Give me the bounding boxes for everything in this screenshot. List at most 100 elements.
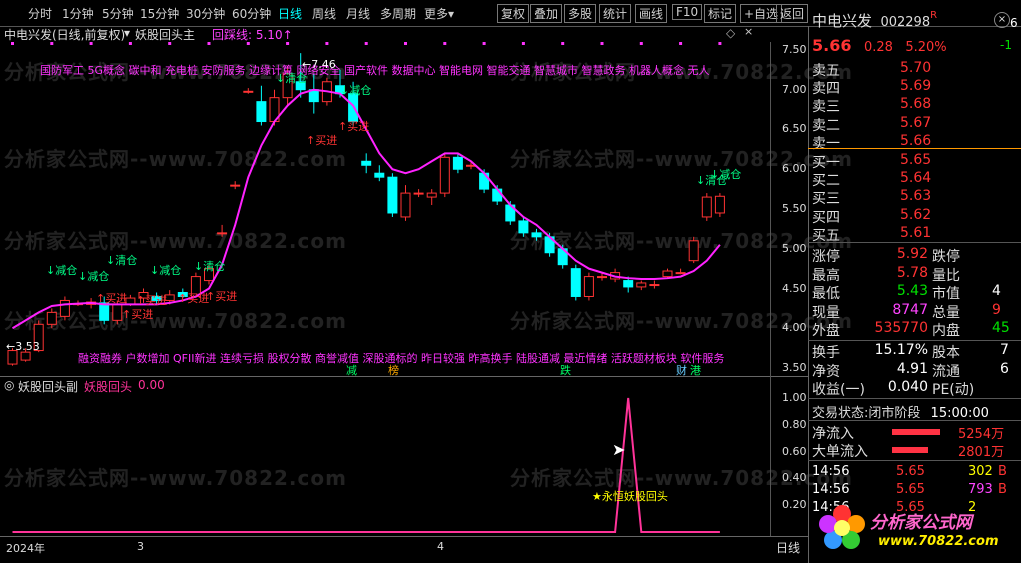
tab-60min[interactable]: 60分钟 — [232, 5, 271, 22]
tab-weekly[interactable]: 周线 — [312, 5, 336, 22]
candle-body[interactable] — [452, 156, 463, 170]
candle-body[interactable] — [413, 192, 424, 195]
candle-body[interactable] — [243, 90, 254, 93]
ask-level[interactable]: 卖一 5.66 — [812, 133, 931, 153]
signal-reduce: ↓减仓 — [78, 268, 109, 284]
candle-body[interactable] — [361, 160, 372, 166]
y-tick-label: 4.50 — [782, 281, 807, 295]
candle-body[interactable] — [701, 196, 712, 218]
tab-30min[interactable]: 30分钟 — [186, 5, 225, 22]
mark-button[interactable]: 标记 — [704, 4, 737, 23]
ask-level[interactable]: 卖三 5.68 — [812, 96, 931, 116]
candle-body[interactable] — [492, 188, 503, 202]
bid-level[interactable]: 买四 5.62 — [812, 207, 931, 227]
candle-body[interactable] — [649, 284, 660, 287]
up-arrow-icon: ↑ — [96, 292, 106, 305]
candle-body[interactable] — [583, 276, 594, 297]
candle-body[interactable] — [623, 280, 634, 288]
bid-level[interactable]: 买三 5.63 — [812, 188, 931, 208]
close-icon[interactable]: × — [744, 25, 753, 38]
signal-buy: ↑买进 — [136, 292, 167, 308]
ask-level[interactable]: 卖二 5.67 — [812, 115, 931, 135]
candle-body[interactable] — [426, 192, 437, 198]
stat-value: 9 — [992, 301, 1001, 318]
back-button[interactable]: 返回 — [776, 4, 809, 23]
y-tick-label: 4.00 — [782, 321, 807, 335]
candle-body[interactable] — [597, 276, 607, 279]
panel-divider — [808, 26, 809, 563]
adjust-button[interactable]: 复权 — [497, 4, 530, 23]
flow-row: 净流入 5254万 — [812, 423, 1004, 443]
signal-buy: ↑买进 — [338, 118, 369, 134]
candle-body[interactable] — [400, 192, 411, 218]
bid-level[interactable]: 买二 5.64 — [812, 170, 931, 190]
signal-clear-label: 清仓 — [285, 72, 308, 85]
candlestick-chart[interactable] — [0, 42, 770, 376]
candle-body[interactable] — [662, 270, 673, 278]
signal-buy: ↑买进 — [96, 290, 127, 306]
f10-button[interactable]: F10 — [672, 4, 703, 20]
level-price: 5.66 — [900, 132, 932, 149]
signal-dot — [207, 42, 211, 45]
extra-value: 6 — [1010, 16, 1018, 30]
stat-value: 7 — [1000, 342, 1009, 358]
candle-body[interactable] — [387, 176, 398, 214]
candle-body[interactable] — [256, 101, 267, 123]
candle-body[interactable] — [112, 303, 123, 321]
flow-bar — [892, 447, 928, 453]
candle-body[interactable] — [20, 351, 31, 361]
y-tick-label: 0.60 — [782, 444, 807, 458]
diamond-icon[interactable]: ◇ — [726, 26, 735, 40]
ask-level[interactable]: 卖四 5.69 — [812, 78, 931, 98]
signal-buy: ↑买进 — [178, 290, 209, 306]
statistics-button[interactable]: 统计 — [599, 4, 632, 23]
tab-5min[interactable]: 5分钟 — [102, 5, 134, 22]
candle-body[interactable] — [636, 282, 647, 288]
multi-stock-button[interactable]: 多股 — [564, 4, 597, 23]
signal-dot — [404, 42, 407, 45]
stat-label: 外盘 — [812, 323, 840, 340]
candle-body[interactable] — [675, 272, 686, 275]
candle-body[interactable] — [217, 232, 228, 235]
overlay-button[interactable]: 叠加 — [530, 4, 563, 23]
candle-body[interactable] — [570, 268, 581, 297]
candle-body[interactable] — [531, 232, 542, 238]
signal-dot — [50, 42, 54, 45]
ask-level[interactable]: 卖五 5.70 — [812, 60, 931, 80]
draw-line-button[interactable]: 画线 — [635, 4, 668, 23]
candle-body[interactable] — [374, 172, 385, 178]
candle-body[interactable] — [59, 299, 70, 317]
tab-multi-period[interactable]: 多周期 — [380, 5, 416, 22]
candle-body[interactable] — [688, 240, 699, 262]
period-label[interactable]: 日线 — [776, 539, 800, 556]
down-arrow-icon: ↓ — [340, 84, 350, 97]
tab-monthly[interactable]: 月线 — [346, 5, 370, 22]
indicator-main-name[interactable]: 妖股回头主 — [135, 26, 195, 43]
tab-timeshare[interactable]: 分时 — [28, 5, 52, 22]
bid-level[interactable]: 买一 5.65 — [812, 152, 931, 172]
signal-clear: ↓清仓 — [276, 70, 307, 86]
tab-1min[interactable]: 1分钟 — [62, 5, 94, 22]
close-icon[interactable]: × — [994, 12, 1010, 28]
current-price: 5.66 — [812, 36, 852, 55]
signal-dot — [364, 42, 368, 45]
candle-body[interactable] — [46, 311, 57, 325]
y-tick-label: 7.50 — [782, 42, 807, 56]
stat-label: 最低 — [812, 286, 840, 303]
trade-state-value: 闭市阶段 — [868, 406, 921, 421]
signal-reduce-label: 减仓 — [159, 264, 182, 277]
annotation-label: 永恒妖股回头 — [601, 490, 668, 503]
sub-indicator-chart[interactable] — [0, 386, 770, 536]
support-line-value: 回踩线: 5.10↑ — [212, 26, 293, 43]
chevron-down-icon[interactable]: ▾ — [124, 26, 130, 40]
tab-15min[interactable]: 15分钟 — [140, 5, 179, 22]
signal-reduce: ↓减仓 — [340, 82, 371, 98]
candle-body[interactable] — [439, 156, 450, 194]
time-axis-divider — [0, 536, 808, 537]
tab-more[interactable]: 更多▾ — [424, 5, 454, 22]
candle-body[interactable] — [518, 220, 529, 234]
tab-daily[interactable]: 日线 — [278, 5, 302, 22]
signal-buy: ↑买进 — [122, 306, 153, 322]
candle-body[interactable] — [714, 195, 725, 214]
candle-body[interactable] — [230, 184, 241, 187]
